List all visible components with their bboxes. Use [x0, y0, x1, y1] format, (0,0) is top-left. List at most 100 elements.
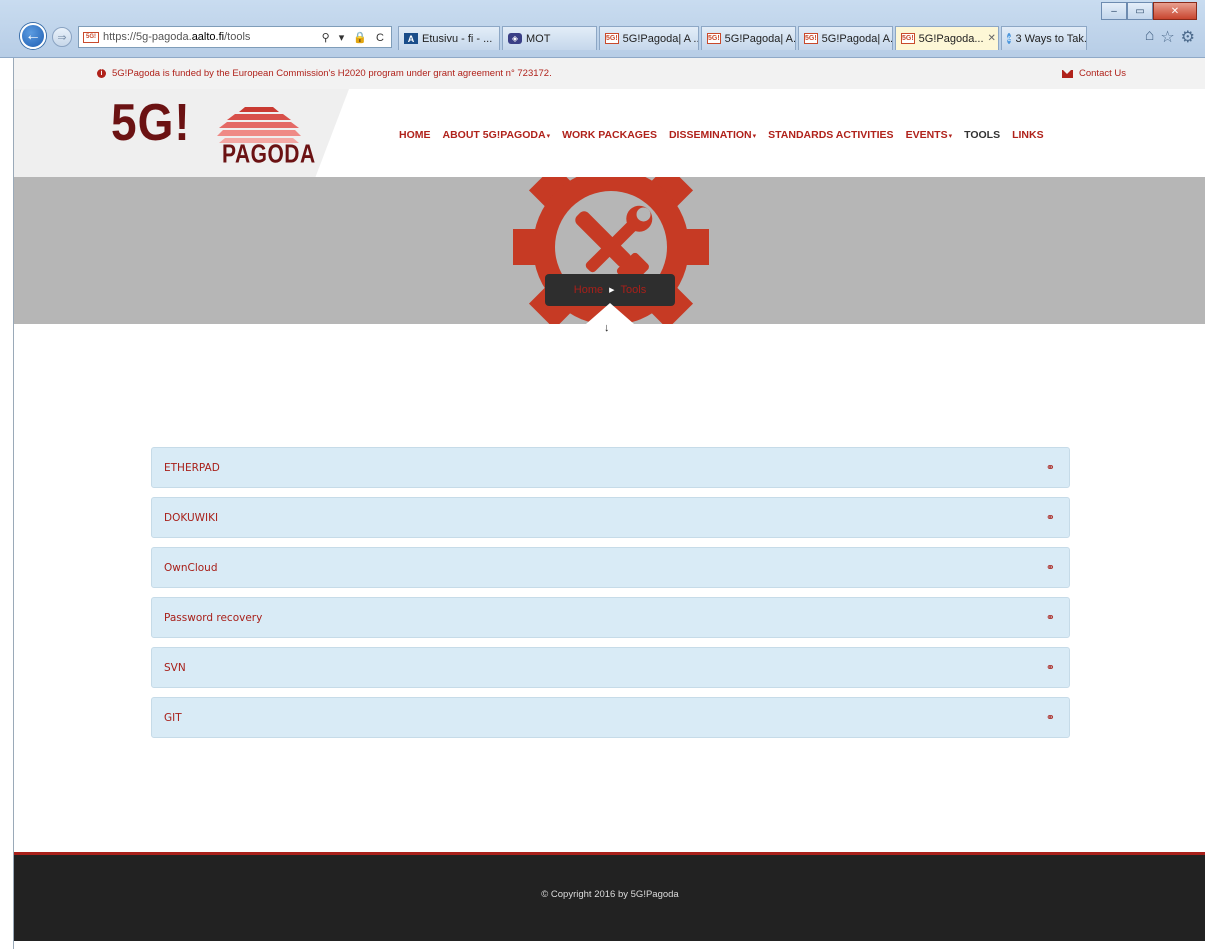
link-icon: ⚭: [1045, 462, 1055, 474]
nav-label: TOOLS: [964, 129, 1001, 141]
window-controls: – ▭ ✕: [1101, 2, 1197, 20]
tool-git[interactable]: GIT ⚭: [151, 697, 1070, 738]
nav-work-packages[interactable]: WORK PACKAGES: [562, 129, 657, 141]
tab-label: 3 Ways to Tak...: [1015, 32, 1087, 45]
tab-pagoda-icon: 5G!: [707, 33, 721, 44]
tab-pagoda-icon: 5G!: [605, 33, 619, 44]
nav-tools[interactable]: TOOLS: [964, 129, 1000, 141]
main-navigation: HOME ABOUT 5G!PAGODA▾ WORK PACKAGES DISS…: [399, 129, 1056, 141]
settings-gear-icon[interactable]: ⚙: [1181, 27, 1195, 47]
scroll-down-notch: [586, 303, 634, 324]
nav-label: ABOUT 5G!PAGODA: [442, 129, 546, 141]
tab-pagoda-icon: 5G!: [901, 33, 915, 44]
url-host: aalto.fi: [191, 31, 225, 43]
info-icon: i: [97, 69, 106, 78]
nav-home[interactable]: HOME: [399, 129, 431, 141]
tab-3-ways[interactable]: e 3 Ways to Tak...: [1001, 26, 1087, 50]
forward-button[interactable]: ⇒: [52, 27, 72, 47]
breadcrumb-separator-icon: ▶: [609, 287, 615, 294]
minimize-button[interactable]: –: [1101, 2, 1127, 20]
tab-mot-icon: ◈: [508, 33, 522, 44]
tab-label: 5G!Pagoda...: [918, 32, 984, 45]
funding-notice: i 5G!Pagoda is funded by the European Co…: [97, 68, 552, 79]
tool-label: DOKUWIKI: [164, 511, 219, 524]
tab-pagoda-1[interactable]: 5G! 5G!Pagoda| A ...: [599, 26, 699, 50]
breadcrumb-home-link[interactable]: Home: [574, 284, 603, 296]
tab-pagoda-2[interactable]: 5G! 5G!Pagoda| A...: [701, 26, 796, 50]
restore-button[interactable]: ▭: [1127, 2, 1153, 20]
tool-etherpad[interactable]: ETHERPAD ⚭: [151, 447, 1070, 488]
link-icon: ⚭: [1045, 562, 1055, 574]
address-bar-icons[interactable]: ⚲ ▾ 🔒 C: [322, 31, 387, 44]
nav-dissemination[interactable]: DISSEMINATION▾: [669, 129, 756, 141]
contact-label: Contact Us: [1079, 68, 1126, 79]
nav-label: DISSEMINATION: [668, 129, 752, 141]
link-icon: ⚭: [1045, 712, 1055, 724]
arrow-right-icon: ⇒: [57, 31, 67, 44]
nav-label: HOME: [399, 129, 431, 141]
logo-main-text: 5G!: [111, 92, 191, 152]
url-path: /tools: [224, 31, 251, 43]
tab-pagoda-3[interactable]: 5G! 5G!Pagoda| A...: [798, 26, 893, 50]
tab-label: Etusivu - fi - ...: [422, 32, 493, 45]
nav-links[interactable]: LINKS: [1012, 129, 1044, 141]
page-hero-banner: Home ▶ Tools: [14, 177, 1205, 324]
nav-label: LINKS: [1012, 129, 1044, 141]
tab-close-icon[interactable]: ✕: [988, 33, 996, 44]
breadcrumb-current: Tools: [620, 284, 647, 296]
web-page: i 5G!Pagoda is funded by the European Co…: [13, 58, 1205, 949]
nav-label: EVENTS: [905, 129, 948, 141]
tab-a-icon: A: [404, 33, 418, 44]
site-header: 5G! PAGODA HOME ABOUT 5G!PAGODA▾ WORK PA…: [14, 89, 1205, 177]
link-icon: ⚭: [1045, 612, 1055, 624]
top-info-bar: i 5G!Pagoda is funded by the European Co…: [14, 58, 1205, 89]
tab-mot[interactable]: ◈ MOT: [502, 26, 597, 50]
scroll-down-arrow-icon[interactable]: ↓: [604, 322, 610, 334]
tool-svn[interactable]: SVN ⚭: [151, 647, 1070, 688]
copyright-text: © Copyright 2016 by 5G!Pagoda: [541, 889, 679, 900]
address-url[interactable]: https://5g-pagoda.aalto.fi/tools: [103, 31, 250, 43]
nav-standards[interactable]: STANDARDS ACTIVITIES: [768, 129, 893, 141]
nav-about[interactable]: ABOUT 5G!PAGODA▾: [443, 129, 551, 141]
tab-label: 5G!Pagoda| A...: [821, 32, 893, 45]
tool-dokuwiki[interactable]: DOKUWIKI ⚭: [151, 497, 1070, 538]
tab-label: 5G!Pagoda| A...: [724, 32, 796, 45]
funding-text: 5G!Pagoda is funded by the European Comm…: [112, 68, 552, 79]
favorites-star-icon[interactable]: ☆: [1160, 27, 1174, 47]
tab-label: 5G!Pagoda| A ...: [622, 32, 699, 45]
caret-down-icon: ▾: [752, 133, 757, 140]
tab-strip: A Etusivu - fi - ... ◈ MOT 5G! 5G!Pagoda…: [398, 26, 1089, 50]
envelope-icon: [1062, 69, 1073, 78]
footer-bottom-strip: [14, 941, 1205, 949]
tool-owncloud[interactable]: OwnCloud ⚭: [151, 547, 1070, 588]
tab-pagoda-active[interactable]: 5G! 5G!Pagoda... ✕: [895, 26, 999, 50]
breadcrumb: Home ▶ Tools: [545, 274, 675, 306]
nav-events[interactable]: EVENTS▾: [906, 129, 953, 141]
contact-us-link[interactable]: Contact Us: [1062, 68, 1126, 79]
caret-down-icon: ▾: [948, 133, 953, 140]
tool-label: Password recovery: [164, 611, 263, 624]
link-icon: ⚭: [1045, 512, 1055, 524]
tab-ie-icon: e: [1007, 33, 1012, 44]
caret-down-icon: ▾: [546, 133, 551, 140]
site-favicon: 5G!: [83, 31, 99, 43]
window-title-bar: [0, 0, 1205, 14]
arrow-left-icon: ←: [25, 27, 41, 44]
home-icon[interactable]: ⌂: [1145, 27, 1155, 47]
tab-etusivu[interactable]: A Etusivu - fi - ...: [398, 26, 500, 50]
tools-list: ETHERPAD ⚭ DOKUWIKI ⚭ OwnCloud ⚭ Passwor…: [151, 447, 1070, 747]
logo-sub-text: PAGODA: [222, 140, 316, 169]
address-bar[interactable]: 5G! https://5g-pagoda.aalto.fi/tools ⚲ ▾…: [78, 26, 392, 48]
close-window-button[interactable]: ✕: [1153, 2, 1197, 20]
site-logo[interactable]: 5G! PAGODA: [111, 92, 315, 169]
browser-chrome: – ▭ ✕ ← ⇒ 5G! https://5g-pagoda.aalto.fi…: [0, 0, 1205, 58]
tab-label: MOT: [526, 32, 551, 45]
tool-password-recovery[interactable]: Password recovery ⚭: [151, 597, 1070, 638]
back-button[interactable]: ←: [20, 23, 46, 49]
nav-label: WORK PACKAGES: [562, 129, 657, 141]
tool-label: SVN: [164, 661, 186, 674]
site-footer: © Copyright 2016 by 5G!Pagoda: [14, 852, 1205, 941]
pagoda-roof-icon: [217, 107, 301, 143]
browser-toolbar: ⌂ ☆ ⚙: [1145, 27, 1195, 47]
tool-label: ETHERPAD: [164, 461, 220, 474]
